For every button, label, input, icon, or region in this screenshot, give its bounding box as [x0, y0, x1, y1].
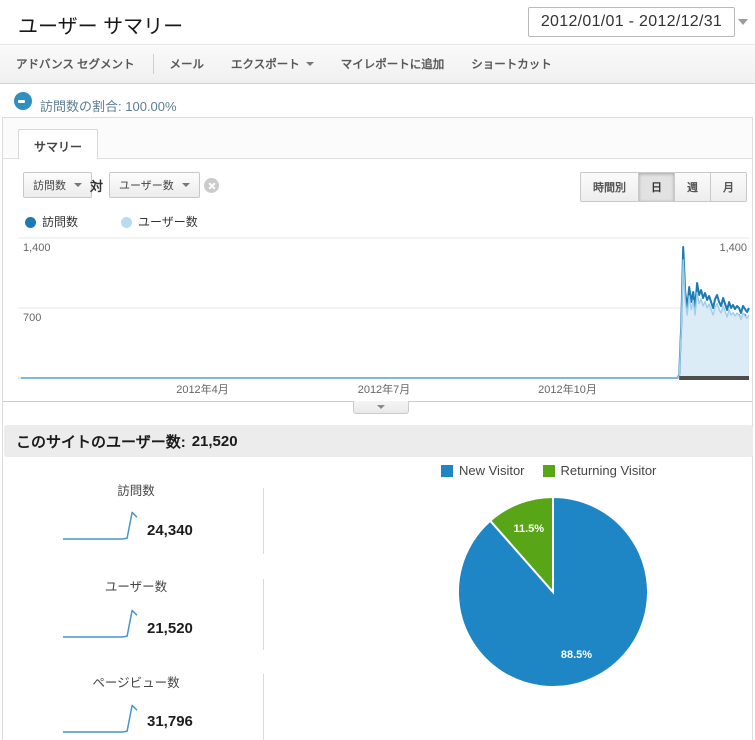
granularity-hourly-button[interactable]: 時間別 — [581, 173, 638, 201]
date-range-value: 2012/01/01 - 2012/12/31 — [540, 13, 723, 30]
metric-divider — [263, 579, 264, 650]
metric-divider — [263, 674, 264, 740]
tab-summary[interactable]: サマリー — [18, 129, 99, 159]
returning-visitor-swatch — [542, 464, 555, 477]
new-visitor-legend-item: New Visitor — [441, 463, 525, 478]
metric-pageviews-sparkline — [63, 704, 138, 733]
returning-visitor-legend-item: Returning Visitor — [542, 463, 657, 478]
svg-text:2012年7月: 2012年7月 — [358, 382, 411, 396]
svg-text:700: 700 — [23, 312, 41, 324]
summary-banner-value: 21,520 — [191, 432, 238, 450]
pie-legend: New Visitor Returning Visitor — [441, 463, 656, 478]
caret-down-icon — [74, 183, 82, 187]
users-legend-label: ユーザー数 — [138, 215, 198, 229]
svg-text:2012年10月: 2012年10月 — [538, 382, 597, 396]
metric-users-sparkline — [63, 609, 138, 638]
metric-pageviews-value: 31,796 — [147, 713, 193, 730]
tab-strip — [3, 118, 752, 159]
svg-text:2012年4月: 2012年4月 — [176, 382, 229, 396]
secondary-metric-dropdown[interactable]: ユーザー数 — [109, 172, 200, 198]
metric-users-label: ユーザー数 — [104, 580, 168, 594]
granularity-toggle-group: 時間別 日 週 月 — [580, 172, 747, 202]
primary-metric-label: 訪問数 — [33, 180, 66, 192]
summary-banner: このサイトのユーザー数: 21,520 — [4, 425, 753, 457]
vs-label: 対 — [90, 179, 104, 194]
users-legend-dot — [121, 217, 132, 228]
audience-overview-report: ユーザー サマリー 2012/01/01 - 2012/12/31 アドバンス … — [0, 0, 755, 740]
caret-down-icon — [377, 405, 385, 409]
export-button[interactable]: エクスポート — [231, 56, 314, 72]
page-title: ユーザー サマリー — [18, 16, 184, 38]
metric-divider — [263, 488, 264, 554]
segment-summary: 訪問数の割合: 100.00% — [40, 96, 177, 115]
toolbar-divider — [152, 54, 154, 74]
segment-donut-icon — [14, 92, 32, 110]
granularity-day-button[interactable]: 日 — [638, 173, 674, 201]
caret-down-icon — [305, 62, 314, 66]
returning-visitor-label: Returning Visitor — [560, 463, 657, 478]
remove-comparison-button[interactable] — [204, 178, 219, 193]
metric-users-value: 21,520 — [147, 620, 193, 637]
svg-text:1,400: 1,400 — [23, 242, 51, 254]
svg-text:88.5%: 88.5% — [561, 649, 592, 661]
new-visitor-label: New Visitor — [459, 463, 525, 478]
chevron-down-icon[interactable] — [738, 19, 748, 25]
svg-text:11.5%: 11.5% — [514, 523, 545, 535]
svg-text:1,400: 1,400 — [719, 242, 747, 254]
metric-pageviews-label: ページビュー数 — [92, 676, 180, 690]
report-card: サマリー 訪問数 対 ユーザー数 時間別 日 週 月 訪問数 ユーザー数 1,4… — [2, 117, 753, 740]
granularity-month-button[interactable]: 月 — [710, 173, 746, 201]
add-to-dashboard-button[interactable]: マイレポートに追加 — [341, 56, 445, 72]
export-label: エクスポート — [231, 59, 300, 71]
visits-timeline-chart[interactable]: 1,4001,4007007002012年4月2012年7月2012年10月 — [1, 231, 755, 399]
segment-value: 100.00% — [125, 99, 177, 114]
new-visitor-swatch — [441, 464, 453, 477]
action-toolbar: アドバンス セグメント メール エクスポート マイレポートに追加 ショートカット — [0, 44, 755, 84]
advanced-segments-button[interactable]: アドバンス セグメント — [16, 56, 135, 72]
caret-down-icon — [181, 183, 190, 187]
email-button[interactable]: メール — [170, 56, 205, 72]
metric-visits-label: 訪問数 — [117, 484, 155, 498]
primary-metric-dropdown[interactable]: 訪問数 — [23, 172, 92, 198]
visitor-type-pie-chart[interactable]: 88.5% 11.5% — [441, 479, 671, 709]
metric-visits-value: 24,340 — [147, 522, 193, 539]
secondary-metric-label: ユーザー数 — [119, 180, 174, 192]
granularity-week-button[interactable]: 週 — [674, 173, 710, 201]
metric-visits-sparkline — [63, 511, 138, 540]
date-range-picker[interactable]: 2012/01/01 - 2012/12/31 — [528, 7, 735, 37]
visits-legend-dot — [25, 217, 36, 228]
shortcut-button[interactable]: ショートカット — [471, 56, 552, 72]
summary-banner-label: このサイトのユーザー数: — [16, 433, 186, 451]
segment-label: 訪問数の割合: — [40, 99, 122, 114]
timeline-collapse-button[interactable] — [353, 401, 409, 414]
visits-legend-label: 訪問数 — [42, 215, 79, 229]
